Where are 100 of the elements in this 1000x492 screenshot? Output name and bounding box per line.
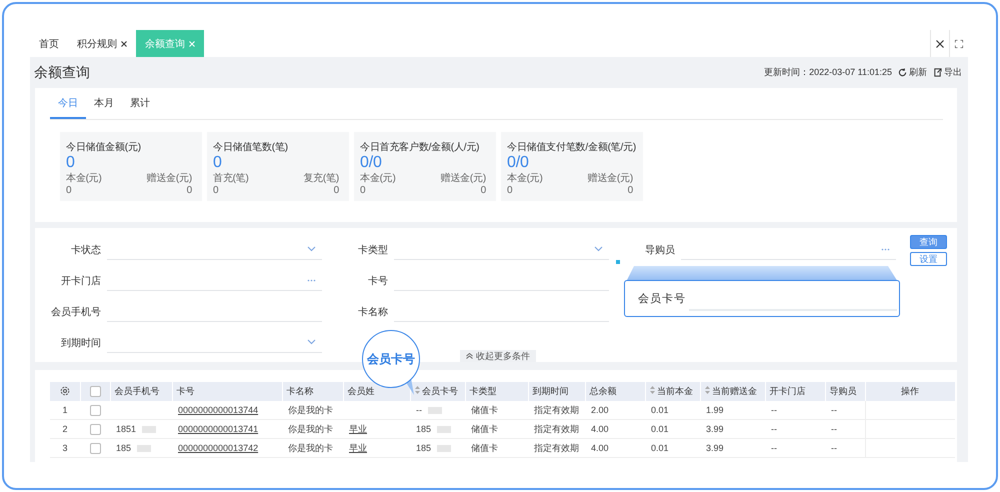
column-header: 卡号 <box>176 386 194 396</box>
table-link[interactable]: 早业 <box>349 424 367 434</box>
field-label: 卡号 <box>367 274 389 288</box>
table-cell: 储值卡 <box>471 404 498 414</box>
stat-number: 0 <box>213 185 218 196</box>
export-icon <box>933 68 942 77</box>
stat-label: 赠送金(元) <box>588 172 633 185</box>
callout-text: 会员卡号 <box>367 350 415 368</box>
table-link[interactable]: 0000000000013744 <box>178 405 258 415</box>
table-cell: 储值卡 <box>471 442 498 452</box>
chevron-down-icon <box>307 246 316 252</box>
field-label: 卡类型 <box>357 244 389 256</box>
field-label: 开卡门店 <box>60 274 102 288</box>
table-cell: -- <box>771 405 777 415</box>
collapse-toggle[interactable]: 收起更多条件 <box>460 350 536 362</box>
chevron-down-icon <box>307 339 316 345</box>
update-time: 更新时间：2022-03-07 11:01:25 <box>764 66 892 79</box>
table-cell: 185 <box>416 424 432 434</box>
refresh-icon <box>898 68 907 77</box>
stat-label: 首充(笔) <box>213 172 249 185</box>
sort-icon[interactable] <box>650 386 654 394</box>
stat-number: 0 <box>628 185 633 196</box>
refresh-button[interactable]: 刷新 <box>898 66 927 79</box>
table-cell: 储值卡 <box>471 424 498 434</box>
stat-value: 0 <box>213 154 222 171</box>
table-cell: 3.99 <box>706 424 724 434</box>
stat-label: 赠送金(元) <box>146 172 192 185</box>
table-cell: 3.99 <box>706 443 724 453</box>
stat-number: 0 <box>507 185 512 196</box>
column-header: 开卡门店 <box>770 386 806 396</box>
row-checkbox[interactable] <box>90 404 100 416</box>
table-cell: 指定有效期 <box>534 424 579 434</box>
stat-label: 本金(元) <box>360 172 396 185</box>
table-link[interactable]: 0000000000013742 <box>178 443 258 453</box>
select-all-checkbox[interactable] <box>90 386 100 398</box>
more-icon <box>881 248 890 250</box>
field-label: 会员手机号 <box>50 306 102 318</box>
close-icon[interactable] <box>936 40 944 48</box>
period-tab[interactable]: 本月 <box>86 88 122 119</box>
row-number: 3 <box>50 438 80 458</box>
period-tab[interactable]: 累计 <box>122 88 158 119</box>
stat-title: 今日储值笔数(笔) <box>213 140 289 154</box>
column-header: 到期时间 <box>532 386 568 396</box>
table-cell: 2.00 <box>591 405 609 415</box>
field-label: 卡名称 <box>357 306 389 318</box>
table-cell: 你是我的卡 <box>288 424 333 434</box>
column-header: 总余额 <box>590 386 616 396</box>
table-cell: -- <box>416 405 422 415</box>
sort-icon[interactable] <box>704 386 710 394</box>
table-link[interactable]: 早业 <box>349 442 367 452</box>
column-header: 卡名称 <box>286 386 314 396</box>
stat-label: 本金(元) <box>66 172 102 185</box>
more-icon <box>307 278 316 282</box>
stat-title: 今日储值支付笔数/金额(笔/元) <box>507 140 638 154</box>
stat-number: 0 <box>480 185 486 196</box>
row-checkbox[interactable] <box>90 442 100 454</box>
table-cell: 185 <box>116 443 132 453</box>
row-number: 1 <box>50 401 80 420</box>
settings-button[interactable]: 设置 <box>910 252 947 266</box>
column-header: 当前赠送金 <box>712 386 758 396</box>
table-cell: 1851 <box>116 424 136 434</box>
table-link[interactable]: 0000000000013741 <box>178 424 258 434</box>
stat-title: 今日储值金额(元) <box>66 140 142 154</box>
stat-title: 今日首充客户数/金额(人/元) <box>360 140 480 154</box>
column-header: 会员手机号 <box>114 386 160 396</box>
stat-value: 0/0 <box>507 154 530 171</box>
table-cell: -- <box>831 443 837 453</box>
column-header: 会员卡号 <box>422 386 458 396</box>
table-cell: 4.00 <box>591 443 609 453</box>
table-cell: -- <box>831 405 837 415</box>
fullscreen-icon[interactable] <box>955 40 963 48</box>
blur-mask <box>437 426 452 434</box>
blur-mask <box>142 426 156 434</box>
chevron-down-icon <box>594 246 603 252</box>
table-cell: -- <box>831 424 837 434</box>
table-cell: 指定有效期 <box>534 404 579 414</box>
row-checkbox[interactable] <box>90 424 100 435</box>
blur-mask <box>137 445 152 452</box>
table-cell: 你是我的卡 <box>288 442 333 452</box>
table-cell: -- <box>771 424 777 434</box>
table-cell: 0.01 <box>651 405 669 415</box>
stat-number: 0 <box>66 185 72 196</box>
column-header: 操作 <box>901 386 919 396</box>
settings-icon[interactable] <box>60 386 70 396</box>
table-cell: 你是我的卡 <box>288 404 333 414</box>
column-header: 会员姓 <box>348 386 374 396</box>
period-tab[interactable]: 今日 <box>50 88 86 119</box>
page-tab[interactable]: 积分规则 <box>68 30 136 57</box>
row-number: 2 <box>50 420 80 438</box>
export-button[interactable]: 导出 <box>933 66 962 79</box>
close-icon[interactable] <box>121 40 127 46</box>
page-title: 余额查询 <box>34 64 90 82</box>
table-cell: 指定有效期 <box>534 442 579 452</box>
table-cell: 0.01 <box>651 443 669 453</box>
chevron-up-icon <box>466 353 473 359</box>
column-header: 导购员 <box>830 386 856 396</box>
blur-mask <box>428 407 442 414</box>
page-tab[interactable]: 首页 <box>30 30 68 57</box>
field-label: 到期时间 <box>60 336 102 350</box>
stat-value: 0 <box>66 154 76 171</box>
